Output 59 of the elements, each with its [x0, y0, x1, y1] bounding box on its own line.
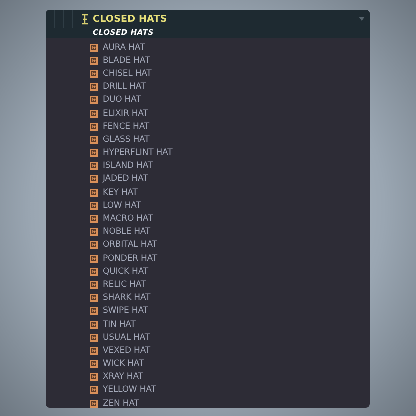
sample-item[interactable]: ORBITAL HAT [103, 240, 158, 250]
sample-icon [90, 334, 98, 342]
sample-item[interactable]: DUO HAT [103, 95, 142, 106]
sample-icon [90, 202, 98, 210]
sample-icon [90, 122, 98, 131]
sample-item[interactable]: KEY HAT [103, 188, 138, 198]
sample-item[interactable]: FENCE HAT [103, 122, 150, 132]
sample-item[interactable]: DRILL HAT [103, 82, 146, 92]
sample-item[interactable]: GLASS HAT [103, 134, 150, 145]
sample-icon [90, 83, 98, 92]
sample-item[interactable]: NOBLE HAT [103, 227, 151, 238]
sample-item[interactable]: SWIPE HAT [103, 306, 148, 316]
sample-icon [90, 254, 98, 263]
sample-icon [90, 110, 98, 118]
sample-item[interactable]: QUICK HAT [103, 266, 148, 277]
sample-icon [90, 373, 98, 382]
sample-item[interactable]: JADED HAT [103, 174, 148, 184]
sample-item[interactable]: PONDER HAT [103, 254, 158, 264]
sample-icon [90, 307, 98, 316]
folder-title[interactable]: CLOSED HATS [93, 14, 168, 24]
sample-icon [90, 136, 98, 144]
sample-icon [90, 56, 98, 65]
sample-item[interactable]: TIN HAT [103, 320, 136, 330]
sample-item[interactable]: USUAL HAT [103, 332, 150, 343]
sample-item[interactable]: YELLOW HAT [103, 385, 156, 396]
sample-item[interactable]: ZEN HAT [103, 398, 140, 408]
sample-icon [90, 228, 98, 236]
sample-item[interactable]: WICK HAT [103, 359, 144, 370]
sample-icon [90, 96, 98, 104]
sample-icon [90, 280, 98, 289]
sample-item[interactable]: ISLAND HAT [103, 161, 153, 172]
sample-icon [90, 360, 98, 368]
sample-icon [90, 320, 98, 329]
sample-icon [90, 175, 98, 184]
sample-item[interactable]: XRAY HAT [103, 372, 144, 382]
sample-item[interactable]: ELIXIR HAT [103, 108, 148, 119]
sample-item[interactable]: CHISEL HAT [103, 68, 152, 79]
sample-icon [90, 215, 98, 224]
sample-icon [90, 162, 98, 170]
sample-icon [90, 188, 98, 197]
caret-icon[interactable] [359, 17, 365, 21]
sample-icon [90, 149, 98, 158]
sample-icon [90, 400, 98, 408]
sample-item[interactable]: MACRO HAT [103, 214, 154, 224]
sample-icon [90, 268, 98, 276]
sample-item[interactable]: HYPERFLINT HAT [103, 148, 173, 158]
folder-tree-icon [81, 14, 89, 24]
sample-item[interactable]: VEXED HAT [103, 346, 150, 356]
sample-item[interactable]: SHARK HAT [103, 293, 151, 304]
sample-item[interactable]: BLADE HAT [103, 56, 150, 66]
sample-item[interactable]: RELIC HAT [103, 280, 146, 290]
sample-item[interactable]: AURA HAT [103, 42, 146, 53]
sample-icon [90, 346, 98, 355]
sample-icon [90, 241, 98, 250]
sample-icon [90, 44, 98, 52]
sample-icon [90, 386, 98, 394]
sample-icon [90, 294, 98, 302]
sample-item[interactable]: LOW HAT [103, 200, 142, 211]
sample-icon [90, 70, 98, 78]
